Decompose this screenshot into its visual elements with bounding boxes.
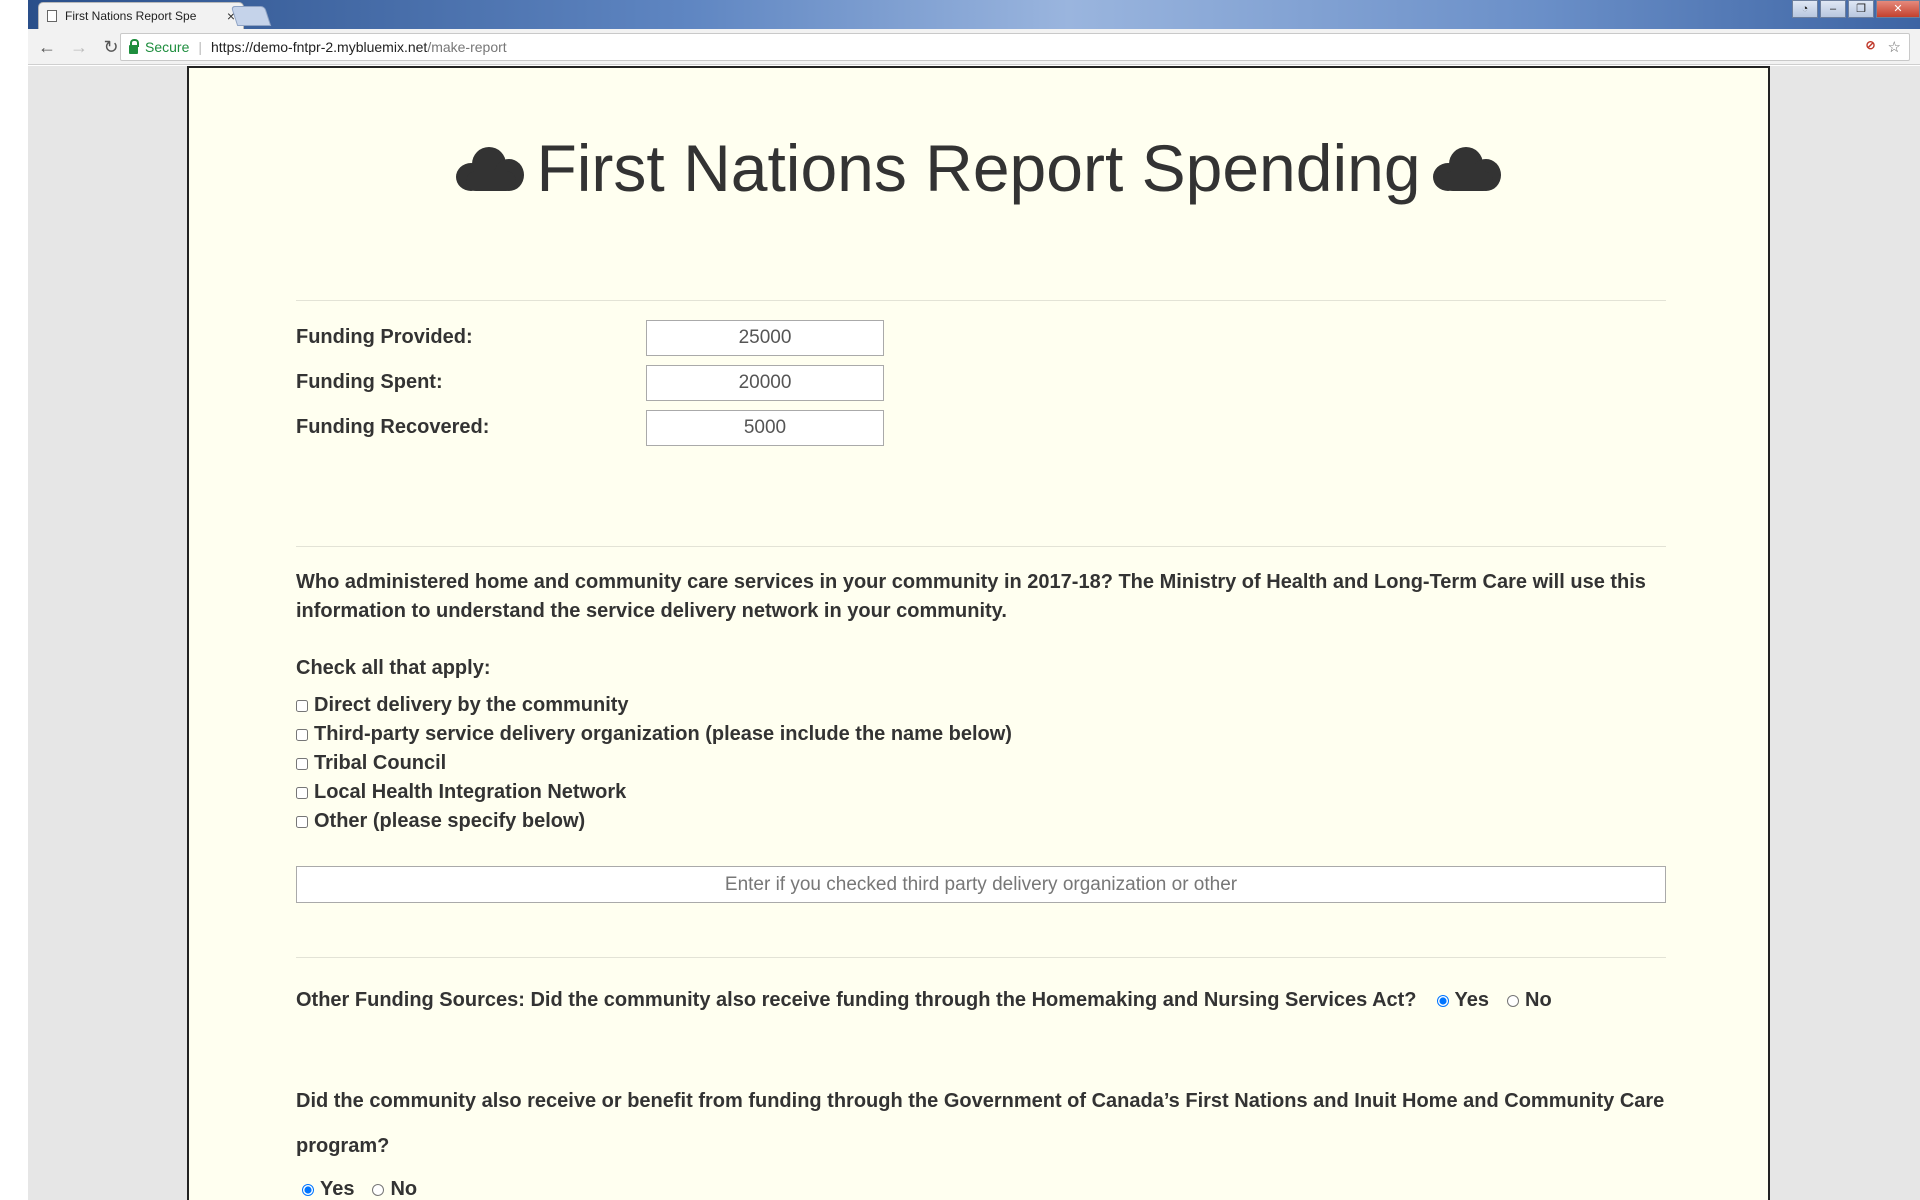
- report-page: First Nations Report Spending Funding Pr…: [187, 66, 1770, 1200]
- user-icon[interactable]: ◔: [1792, 0, 1818, 18]
- divider: [296, 546, 1666, 547]
- page-title-container: First Nations Report Spending: [189, 130, 1768, 206]
- close-window-icon[interactable]: ✕: [1876, 0, 1920, 18]
- page-icon: [47, 10, 57, 22]
- browser-titlebar: First Nations Report Spe × ◔ – ❐ ✕: [28, 0, 1920, 29]
- checkbox-label: Third-party service delivery organizatio…: [314, 723, 1012, 745]
- divider: [296, 957, 1666, 958]
- funding-recovered-input[interactable]: [646, 410, 884, 446]
- hnsa-no-radio[interactable]: [1507, 994, 1520, 1007]
- tab-title: First Nations Report Spe: [65, 9, 197, 23]
- administered-question: Who administered home and community care…: [296, 571, 1646, 622]
- page-title: First Nations Report Spending: [536, 131, 1421, 205]
- check-all-label: Check all that apply:: [296, 657, 491, 679]
- hnsa-no-option[interactable]: No: [1507, 989, 1552, 1012]
- funding-provided-label: Funding Provided:: [296, 326, 473, 348]
- checkbox-label: Local Health Integration Network: [314, 781, 627, 803]
- checkbox-lhin[interactable]: Local Health Integration Network: [296, 781, 626, 804]
- window-controls: ◔ – ❐ ✕: [1792, 0, 1920, 18]
- funding-spent-input[interactable]: [646, 365, 884, 401]
- canada-yes-radio[interactable]: [302, 1183, 314, 1196]
- address-bar[interactable]: Secure | https://demo-fntpr-2.mybluemix.…: [120, 33, 1910, 61]
- radio-label: Yes: [1454, 989, 1490, 1011]
- canada-funding-question: Did the community also receive or benefi…: [296, 1090, 1665, 1157]
- other-organization-input[interactable]: [296, 866, 1666, 903]
- checkbox-tribal-council[interactable]: Tribal Council: [296, 752, 446, 775]
- hnsa-yes-radio[interactable]: [1436, 994, 1449, 1007]
- cloud-icon: [456, 145, 525, 191]
- cloud-icon: [1432, 145, 1501, 191]
- left-strip: [0, 0, 28, 1200]
- canada-no-radio[interactable]: [372, 1183, 385, 1196]
- funding-spent-label: Funding Spent:: [296, 371, 443, 393]
- translate-icon[interactable]: ⊘: [1865, 38, 1875, 56]
- secure-label: Secure: [145, 39, 190, 55]
- page-viewport: First Nations Report Spending Funding Pr…: [28, 66, 1920, 1200]
- forward-icon[interactable]: →: [66, 34, 92, 60]
- browser-toolbar: ← → ↻ Secure | https://demo-fntpr-2.mybl…: [28, 29, 1920, 65]
- checkbox-third-party[interactable]: Third-party service delivery organizatio…: [296, 723, 1012, 746]
- checkbox-label: Other (please specify below): [314, 810, 586, 832]
- checkbox-input[interactable]: [296, 786, 308, 799]
- checkbox-input[interactable]: [296, 815, 308, 828]
- lock-icon: [129, 38, 139, 54]
- checkbox-other[interactable]: Other (please specify below): [296, 810, 585, 833]
- hnsa-yes-option[interactable]: Yes: [1436, 989, 1490, 1012]
- canada-yes-option[interactable]: Yes: [302, 1178, 354, 1200]
- separator: |: [198, 39, 202, 55]
- radio-label: Yes: [320, 1178, 355, 1200]
- checkbox-input[interactable]: [296, 728, 308, 741]
- bookmark-star-icon[interactable]: ☆: [1888, 38, 1901, 56]
- minimize-icon[interactable]: –: [1820, 0, 1846, 18]
- url-host: https://demo-fntpr-2.mybluemix.net: [211, 39, 428, 55]
- radio-label: No: [390, 1178, 418, 1200]
- divider: [296, 300, 1666, 301]
- canada-no-option[interactable]: No: [372, 1178, 417, 1200]
- restore-icon[interactable]: ❐: [1848, 0, 1874, 18]
- checkbox-input[interactable]: [296, 757, 308, 770]
- radio-label: No: [1525, 989, 1552, 1011]
- checkbox-direct-delivery[interactable]: Direct delivery by the community: [296, 694, 629, 717]
- back-icon[interactable]: ←: [34, 34, 60, 60]
- checkbox-input[interactable]: [296, 699, 308, 712]
- other-funding-question: Other Funding Sources: Did the community…: [296, 989, 1417, 1011]
- canada-funding-options: Yes No: [302, 1178, 417, 1200]
- other-funding-question-row: Other Funding Sources: Did the community…: [296, 989, 1552, 1012]
- browser-tab[interactable]: First Nations Report Spe ×: [38, 2, 244, 29]
- funding-provided-input[interactable]: [646, 320, 884, 356]
- checkbox-label: Direct delivery by the community: [314, 694, 629, 716]
- funding-recovered-label: Funding Recovered:: [296, 416, 490, 438]
- new-tab-button[interactable]: [230, 6, 272, 26]
- checkbox-label: Tribal Council: [314, 752, 447, 774]
- url-path: /make-report: [427, 39, 507, 55]
